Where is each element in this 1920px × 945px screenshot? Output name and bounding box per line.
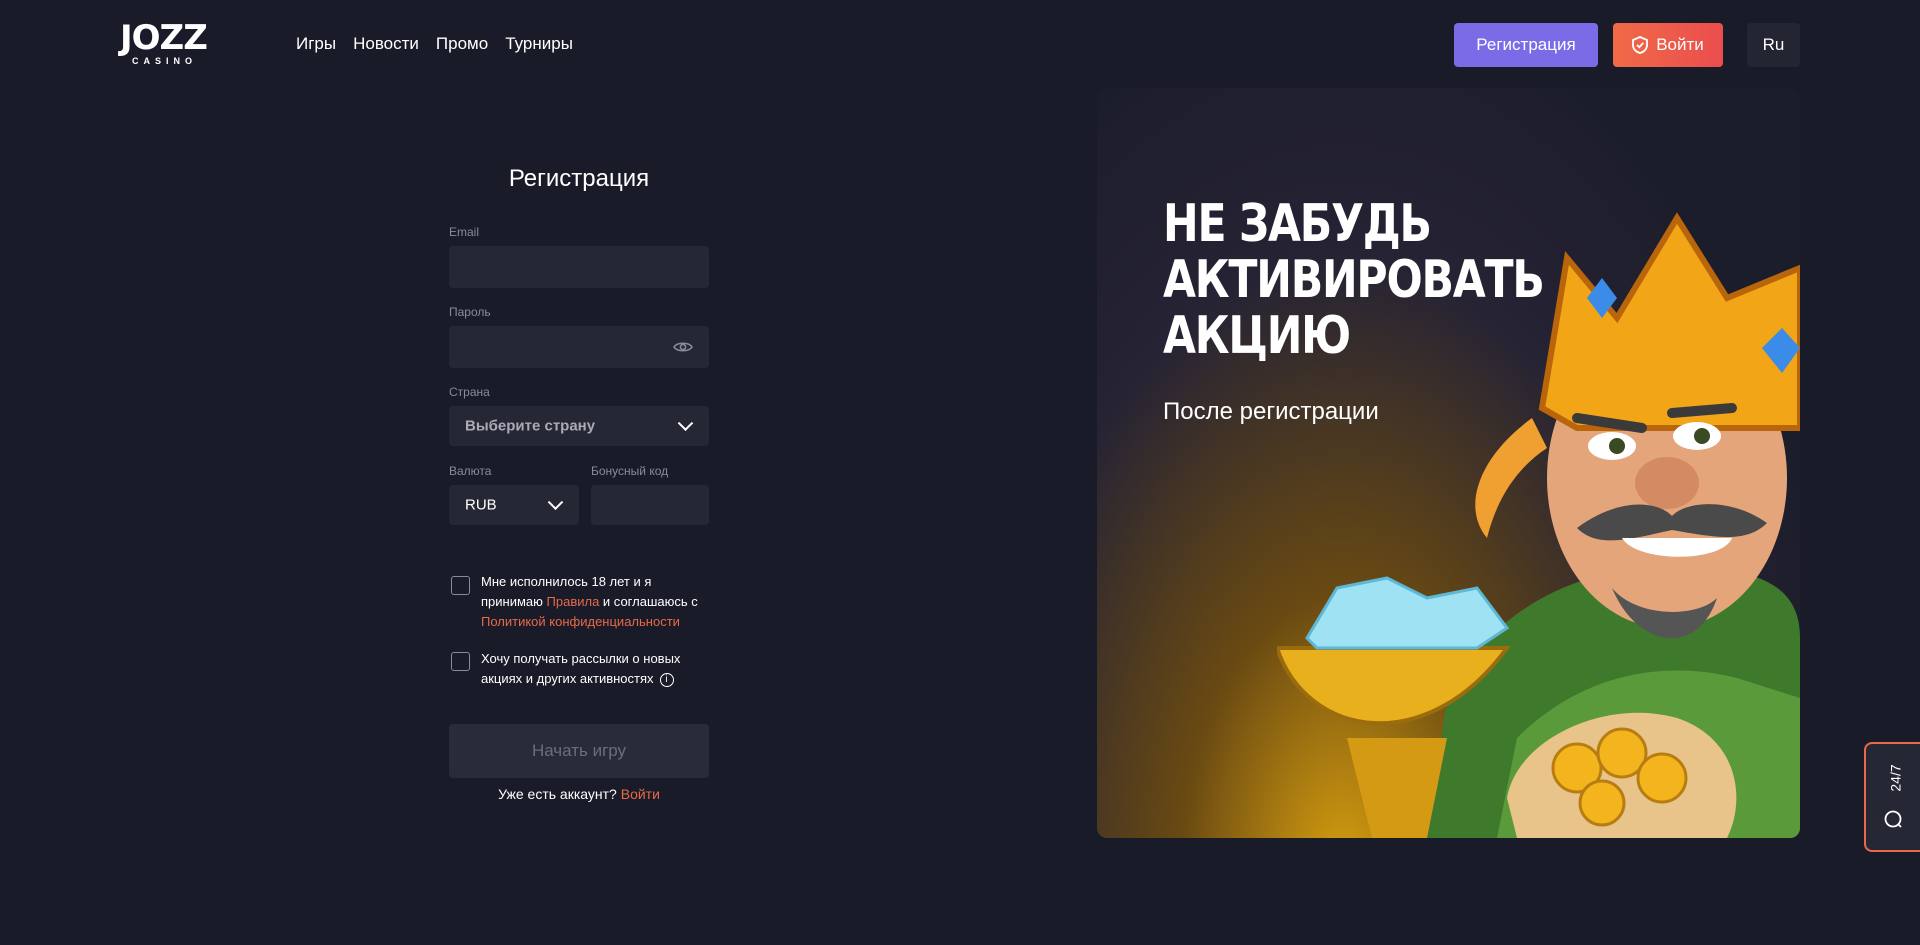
language-selector[interactable]: Ru (1747, 23, 1800, 67)
support-chat-tab[interactable]: 24/7 (1864, 742, 1920, 852)
login-link[interactable]: Войти (621, 786, 660, 802)
chat-icon (1884, 810, 1902, 828)
nav-item-news[interactable]: Новости (353, 33, 419, 55)
start-game-button[interactable]: Начать игру (449, 724, 709, 778)
form-title: Регистрация (508, 165, 650, 192)
logo-subtitle: CASINO (132, 56, 198, 66)
nav-item-games[interactable]: Игры (296, 33, 336, 55)
password-field[interactable] (449, 326, 709, 368)
shield-check-icon (1632, 36, 1649, 54)
eye-icon[interactable] (673, 340, 693, 354)
support-label: 24/7 (1887, 764, 1904, 792)
bonus-code-label: Бонусный код (591, 464, 669, 478)
logo-text: JOZZ (120, 18, 208, 58)
register-button-label: Регистрация (1476, 35, 1576, 54)
age-consent-checkbox[interactable] (451, 576, 470, 595)
have-account-label: Уже есть аккаунт? (498, 786, 621, 802)
email-field[interactable] (449, 246, 709, 288)
logo[interactable]: JOZZ CASINO (120, 20, 220, 68)
country-placeholder: Выберите страну (465, 417, 596, 435)
login-button[interactable]: Войти (1613, 23, 1723, 67)
country-select[interactable]: Выберите страну (449, 406, 709, 446)
newsletter-checkbox[interactable] (451, 652, 470, 671)
password-label: Пароль (449, 305, 491, 319)
consent-text-part2: и соглашаюсь с (599, 594, 698, 609)
currency-label: Валюта (449, 464, 492, 478)
have-account-text: Уже есть аккаунт? Войти (449, 786, 709, 802)
country-label: Страна (449, 385, 490, 399)
language-label: Ru (1762, 35, 1785, 54)
start-game-label: Начать игру (531, 741, 627, 760)
newsletter-label: Хочу получать рассылки о новых акциях и … (481, 651, 681, 686)
nav-item-tournaments[interactable]: Турниры (505, 33, 573, 55)
bonus-code-field[interactable] (591, 485, 709, 525)
chevron-down-icon (547, 494, 564, 511)
nav-item-promo[interactable]: Промо (436, 33, 488, 55)
email-label: Email (449, 225, 480, 239)
newsletter-text: Хочу получать рассылки о новых акциях и … (481, 649, 701, 689)
chevron-down-icon (677, 415, 694, 432)
main-nav: Игры Новости Промо Турниры (296, 33, 590, 55)
promo-banner: НЕ ЗАБУДЬ АКТИВИРОВАТЬ АКЦИЮ После регис… (1097, 88, 1800, 838)
currency-select[interactable]: RUB (449, 485, 579, 525)
currency-value: RUB (465, 496, 497, 514)
register-button[interactable]: Регистрация (1454, 23, 1598, 67)
login-button-label: Войти (1656, 35, 1704, 54)
privacy-policy-link[interactable]: Политикой конфиденциальности (481, 614, 680, 629)
age-consent-text: Мне исполнилось 18 лет и я принимаю Прав… (481, 572, 713, 632)
rules-link[interactable]: Правила (547, 594, 600, 609)
king-character-illustration (1277, 212, 1800, 838)
info-icon[interactable]: i (659, 672, 674, 687)
